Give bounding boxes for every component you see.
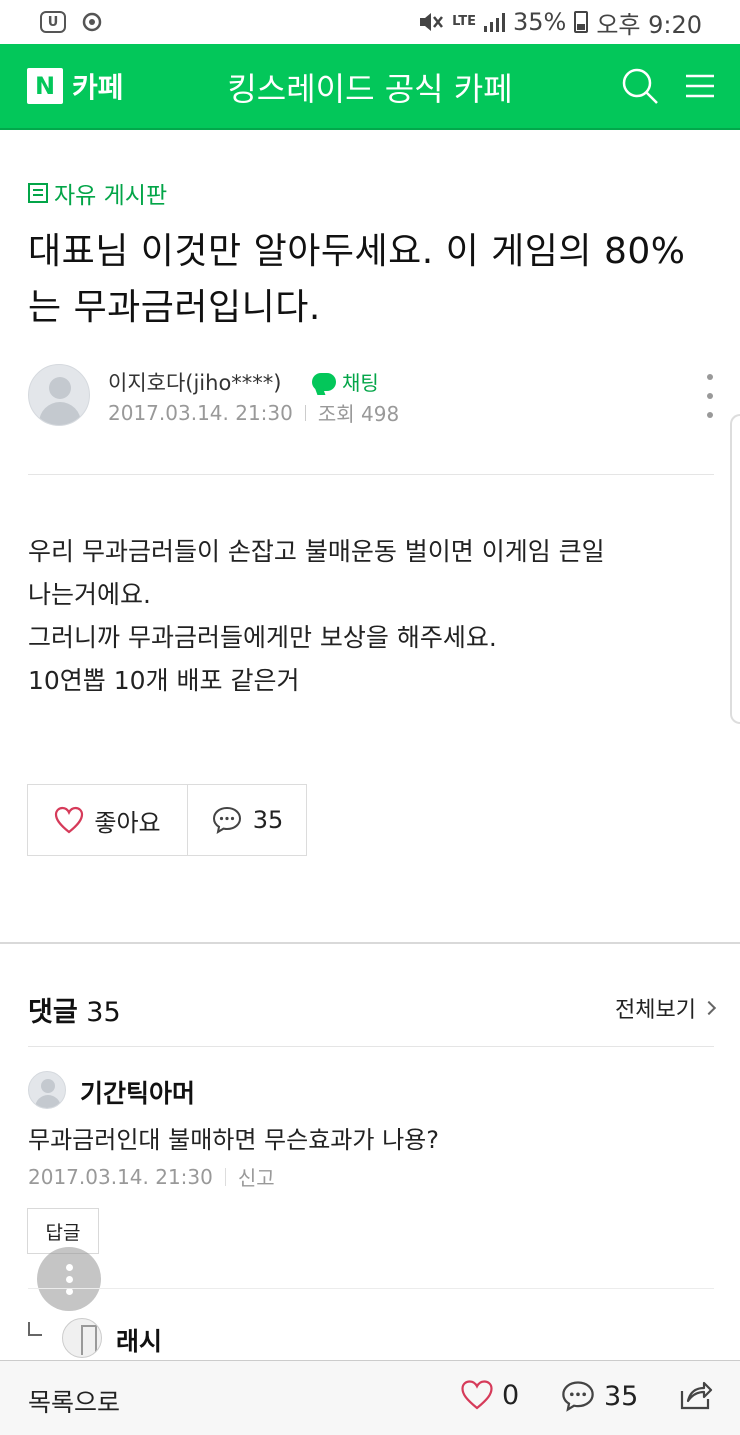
edge-scroll-handle[interactable] bbox=[730, 414, 740, 724]
chat-icon bbox=[312, 372, 336, 391]
floating-more-button[interactable] bbox=[37, 1247, 101, 1311]
reply-indent-icon bbox=[28, 1322, 42, 1336]
article-title: 대표님 이것만 알아두세요. 이 게임의 80%는 무과금러입니다. bbox=[28, 231, 686, 328]
search-button[interactable] bbox=[616, 62, 664, 110]
bottom-like-count: 0 bbox=[502, 1379, 520, 1411]
share-icon bbox=[680, 1381, 713, 1410]
section-divider bbox=[0, 942, 740, 944]
bottom-comment-count: 35 bbox=[604, 1380, 639, 1412]
like-label: 좋아요 bbox=[94, 808, 161, 837]
chevron-right-icon bbox=[701, 1000, 717, 1016]
chat-label: 채팅 bbox=[342, 371, 379, 395]
sync-icon bbox=[82, 12, 102, 32]
app-header: N 카페 킹스레이드 공식 카페 bbox=[0, 44, 740, 130]
article-views: 조회 498 bbox=[317, 402, 400, 426]
speech-bubble-icon bbox=[562, 1381, 594, 1412]
dot-icon bbox=[707, 374, 713, 380]
battery-percent: 35% bbox=[512, 8, 567, 36]
divider bbox=[28, 1288, 714, 1289]
like-button[interactable]: 좋아요 bbox=[28, 785, 188, 855]
divider bbox=[28, 1046, 714, 1047]
author-avatar[interactable] bbox=[28, 364, 90, 426]
dot-icon bbox=[707, 412, 713, 418]
heart-icon bbox=[461, 1380, 493, 1410]
view-all-label: 전체보기 bbox=[615, 998, 696, 1023]
article-meta: 2017.03.14. 21:30 조회 498 bbox=[108, 398, 399, 427]
comment-count: 35 bbox=[252, 806, 284, 834]
menu-button[interactable] bbox=[676, 62, 724, 110]
meta-separator bbox=[304, 404, 306, 421]
lte-indicator: LTE bbox=[452, 14, 476, 29]
more-options-button[interactable] bbox=[700, 374, 720, 418]
commenter-nickname[interactable]: 기간틱아머 bbox=[80, 1074, 195, 1110]
signal-icon bbox=[483, 12, 505, 32]
avatar-head bbox=[49, 377, 71, 399]
status-left-icons: U bbox=[40, 10, 104, 34]
back-to-list-button[interactable]: 목록으로 bbox=[28, 1383, 120, 1419]
commenter-avatar[interactable] bbox=[28, 1071, 66, 1109]
app-notification-icon: U bbox=[40, 11, 66, 33]
board-name: 자유 게시판 bbox=[54, 183, 168, 209]
body-line: 나는거에요. bbox=[28, 580, 151, 609]
author-name[interactable]: 이지호다(jiho****) bbox=[108, 367, 282, 397]
avatar-body bbox=[39, 402, 81, 425]
article-body: 우리 무과금러들이 손잡고 불매운동 벌이면 이게임 큰일 나는거에요. 그러니… bbox=[28, 530, 718, 702]
mute-icon bbox=[420, 13, 444, 31]
article-date: 2017.03.14. 21:30 bbox=[108, 400, 293, 425]
avatar-body bbox=[35, 1095, 61, 1108]
reply-nickname[interactable]: 래시 bbox=[116, 1322, 162, 1358]
divider bbox=[28, 474, 714, 475]
meta-separator bbox=[224, 1167, 226, 1186]
board-list-icon bbox=[28, 183, 48, 203]
comments-heading: 댓글 35 bbox=[28, 990, 121, 1029]
avatar-head bbox=[41, 1079, 55, 1093]
body-line: 우리 무과금러들이 손잡고 불매운동 벌이면 이게임 큰일 bbox=[28, 537, 605, 566]
report-link[interactable]: 신고 bbox=[238, 1162, 275, 1191]
dot-icon bbox=[65, 1263, 73, 1271]
body-line: 그러니까 무과금러들에게만 보상을 해주세요. bbox=[28, 623, 497, 652]
heart-icon bbox=[55, 806, 84, 834]
view-all-comments-link[interactable]: 전체보기 bbox=[615, 992, 717, 1024]
status-bar: U LTE 35% 오후 9:20 bbox=[0, 0, 740, 44]
body-line: 10연뽑 10개 배포 같은거 bbox=[28, 666, 300, 695]
comments-count: 35 bbox=[86, 997, 121, 1028]
board-link[interactable]: 자유 게시판 bbox=[28, 176, 167, 210]
comment-date: 2017.03.14. 21:30 bbox=[28, 1164, 213, 1189]
bottom-comment-button[interactable]: 35 bbox=[560, 1379, 638, 1413]
comment-meta: 2017.03.14. 21:30 신고 bbox=[28, 1162, 275, 1191]
speech-bubble-icon bbox=[212, 806, 241, 835]
status-right-icons: LTE 35% 오후 9:20 bbox=[418, 5, 702, 40]
bottom-like-button[interactable]: 0 bbox=[460, 1379, 519, 1411]
dot-icon bbox=[65, 1275, 73, 1283]
chat-button[interactable]: 채팅 bbox=[312, 367, 379, 396]
clock: 오후 9:20 bbox=[596, 10, 702, 39]
comment-count-button[interactable]: 35 bbox=[188, 785, 306, 855]
dot-icon bbox=[707, 393, 713, 399]
comment-text: 무과금러인대 불매하면 무슨효과가 나용? bbox=[28, 1126, 439, 1154]
share-button[interactable] bbox=[678, 1377, 714, 1413]
hamburger-icon bbox=[686, 74, 714, 98]
reply-avatar[interactable] bbox=[62, 1318, 102, 1358]
article-actions: 좋아요 35 bbox=[27, 784, 307, 856]
comments-label: 댓글 bbox=[28, 997, 78, 1028]
battery-icon bbox=[574, 11, 589, 33]
search-icon bbox=[622, 68, 658, 104]
bottom-bar: 목록으로 0 35 bbox=[0, 1360, 740, 1435]
